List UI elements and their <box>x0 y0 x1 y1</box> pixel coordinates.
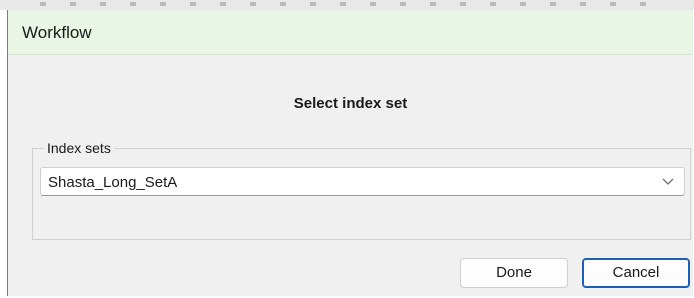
index-set-dropdown[interactable]: Shasta_Long_SetA <box>40 167 685 196</box>
index-set-selected-value: Shasta_Long_SetA <box>48 174 178 191</box>
cancel-button[interactable]: Cancel <box>582 258 690 288</box>
window-title: Workflow <box>22 23 92 42</box>
index-sets-label: Index sets <box>44 140 114 156</box>
background-window-strip <box>0 0 694 10</box>
dialog-heading: Select index set <box>293 95 408 112</box>
index-sets-group: Index sets Shasta_Long_SetA <box>32 140 691 240</box>
workflow-dialog: Workflow Select index set Index sets Sha… <box>7 10 693 296</box>
chevron-down-icon <box>662 178 674 185</box>
title-bar[interactable]: Workflow <box>8 10 693 55</box>
done-button[interactable]: Done <box>460 258 568 288</box>
background-window-content <box>40 2 660 6</box>
